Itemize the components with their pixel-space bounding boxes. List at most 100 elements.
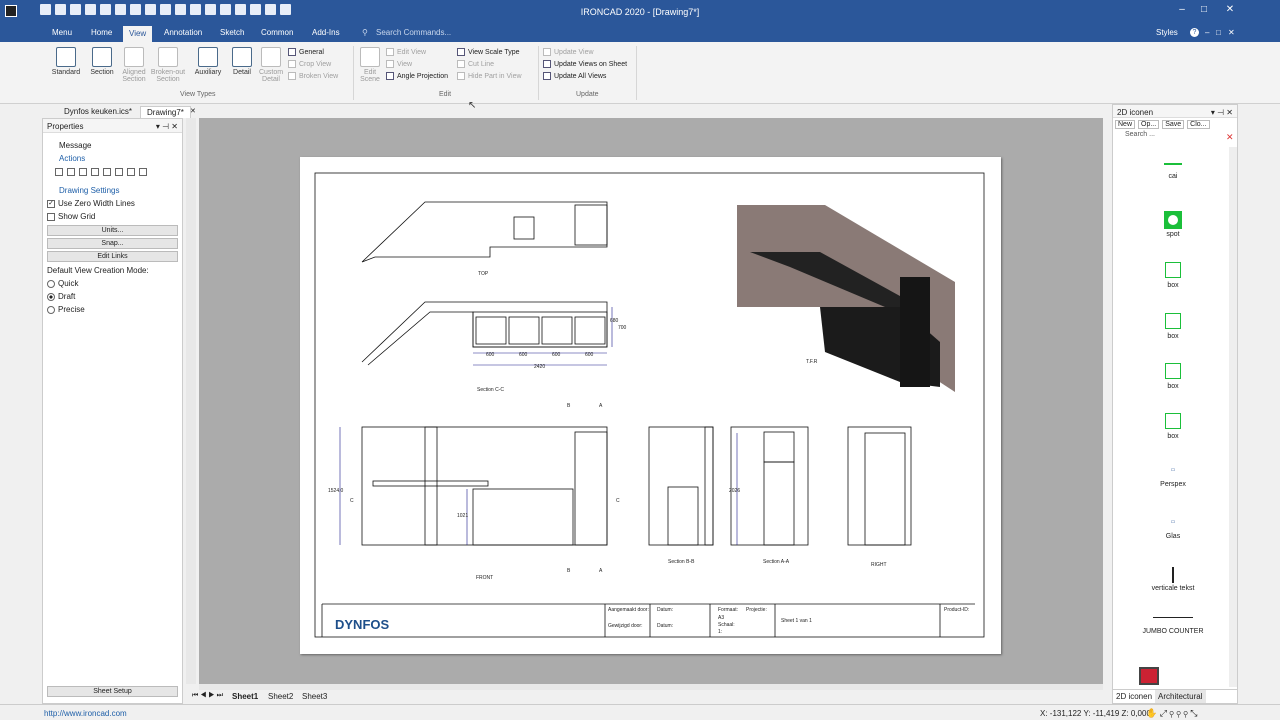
section-view-button[interactable]: Section [84, 47, 120, 76]
sheet-tab-1[interactable]: Sheet1 [232, 692, 258, 701]
menu-common[interactable]: Common [261, 28, 293, 37]
new-button[interactable]: New [1115, 120, 1136, 129]
ribbon-close-icon[interactable]: ✕ [1228, 28, 1235, 37]
minimize-icon[interactable]: – [1172, 4, 1192, 15]
search-commands-input[interactable]: Search Commands... [376, 28, 451, 37]
top-view[interactable]: TOP [361, 201, 608, 277]
library-search-input[interactable]: Search ... [1113, 131, 1237, 138]
action-icon[interactable] [79, 167, 87, 176]
library-item-cai[interactable]: cai [1113, 163, 1233, 180]
section-c-c-view[interactable]: 600 600 600 600 2420 700 680 Section C-C [361, 301, 627, 393]
sheet-setup-button[interactable]: Sheet Setup [47, 686, 178, 697]
snap-button[interactable]: Snap... [47, 238, 178, 249]
panel-controls-icon[interactable]: ▾ ⊣ ✕ [156, 122, 178, 131]
menu-view[interactable]: View [123, 26, 153, 42]
auxiliary-view-button[interactable]: Auxiliary [190, 47, 226, 76]
use-zero-width-checkbox[interactable]: ✓ [47, 199, 55, 208]
edit-links-button[interactable]: Edit Links [47, 251, 178, 262]
angle-projection-button[interactable]: Angle Projection [386, 70, 448, 82]
mode-quick[interactable]: Quick [43, 277, 182, 290]
library-item-box[interactable]: box [1113, 313, 1233, 340]
styles-menu[interactable]: Styles [1156, 28, 1178, 37]
vertical-scrollbar[interactable] [186, 118, 196, 684]
tab-close-icon[interactable]: ✕ [190, 107, 196, 115]
close-icon[interactable]: ✕ [1220, 4, 1240, 15]
drawing-sheet[interactable]: TOP 600 600 600 600 2420 700 680 Section… [300, 157, 1001, 654]
mode-precise[interactable]: Precise [43, 303, 182, 316]
library-item-box[interactable]: box [1113, 413, 1233, 440]
library-item-perspex[interactable]: ▭ Perspex [1113, 467, 1233, 488]
cut-line-button[interactable]: Cut Line [457, 58, 522, 70]
action-icon[interactable] [115, 167, 123, 176]
isometric-view[interactable]: T.F.R [737, 205, 955, 392]
crop-view-button[interactable]: Crop View [288, 58, 338, 70]
hide-part-in-view-button[interactable]: Hide Part in View [457, 70, 522, 82]
action-icon[interactable] [55, 167, 63, 176]
view-tools-icons[interactable]: ✋ ⤢ ⚲ ⚲ ⚲ ⤡ [1146, 708, 1197, 719]
broken-view-button[interactable]: Broken View [288, 70, 338, 82]
draft-radio[interactable] [47, 292, 55, 301]
precise-radio[interactable] [47, 305, 55, 314]
quick-radio[interactable] [47, 279, 55, 288]
menu-addins[interactable]: Add-Ins [312, 28, 340, 37]
title-block[interactable]: DYNFOS Aangemaakt door: Gewijzigd door: … [321, 603, 975, 637]
library-item-image-icon[interactable] [1139, 667, 1159, 685]
use-zero-width-lines-row[interactable]: ✓ Use Zero Width Lines [43, 197, 182, 210]
tab-dynfos-keuken[interactable]: Dynfos keuken.ics* [58, 106, 138, 118]
library-item-glas[interactable]: ▭ Glas [1113, 519, 1233, 540]
right-view[interactable]: RIGHT [847, 426, 912, 568]
tab-architectural[interactable]: Architectural [1155, 690, 1206, 703]
section-b-b-view[interactable]: Section B-B [648, 426, 714, 565]
menu-sketch[interactable]: Sketch [220, 28, 244, 37]
menu-annotation[interactable]: Annotation [164, 28, 202, 37]
message-section[interactable]: Message [43, 139, 182, 152]
sheet-nav-icons[interactable]: ⏮ ◀ ▶ ⏭ [192, 692, 223, 700]
standard-view-button[interactable]: Standard [48, 47, 84, 76]
panel-controls-icon[interactable]: ▾ ⊣ ✕ [1211, 108, 1233, 117]
update-views-on-sheet-button[interactable]: Update Views on Sheet [543, 58, 627, 70]
update-view-button[interactable]: Update View [543, 46, 627, 58]
ironcad-link[interactable]: http://www.ironcad.com [44, 709, 127, 718]
broken-out-section-button[interactable]: Broken-out Section [150, 47, 186, 83]
units-button[interactable]: Units... [47, 225, 178, 236]
save-button[interactable]: Save [1162, 120, 1185, 129]
library-item-jumbo-counter[interactable]: JUMBO COUNTER [1113, 617, 1233, 635]
tab-2d-iconen[interactable]: 2D iconen [1113, 690, 1156, 703]
view-button[interactable]: View [386, 58, 448, 70]
sheet-tab-3[interactable]: Sheet3 [302, 692, 327, 701]
clear-search-icon[interactable]: ✕ [1226, 132, 1236, 142]
help-icon[interactable]: ? [1190, 28, 1199, 37]
library-item-box[interactable]: box [1113, 363, 1233, 390]
horizontal-scrollbar[interactable] [199, 684, 1103, 690]
custom-detail-button[interactable]: Custom Detail [253, 47, 289, 83]
view-scale-type-button[interactable]: View Scale Type [457, 46, 522, 58]
action-icon[interactable] [139, 167, 147, 176]
ribbon-min-icon[interactable]: – [1205, 28, 1209, 37]
actions-section[interactable]: Actions [43, 152, 182, 165]
action-icon[interactable] [103, 167, 111, 176]
front-view[interactable]: 1524.0 1021 B A C C B A FRONT [328, 403, 620, 581]
library-item-box[interactable]: box [1113, 262, 1233, 289]
action-icon[interactable] [91, 167, 99, 176]
action-icon[interactable] [67, 167, 75, 176]
general-button[interactable]: General [288, 46, 338, 58]
open-button[interactable]: Op... [1138, 120, 1160, 129]
close-button[interactable]: Clo... [1187, 120, 1210, 129]
show-grid-checkbox[interactable] [47, 212, 55, 221]
maximize-icon[interactable]: □ [1194, 4, 1214, 15]
library-item-spot[interactable]: spot [1113, 211, 1233, 238]
drawing-settings-section[interactable]: Drawing Settings [43, 184, 182, 197]
tab-drawing7[interactable]: Drawing7* [140, 106, 191, 118]
aligned-section-button[interactable]: Aligned Section [116, 47, 152, 83]
ribbon-restore-icon[interactable]: □ [1216, 28, 1221, 37]
edit-view-button[interactable]: Edit View [386, 46, 448, 58]
sheet-tab-2[interactable]: Sheet2 [268, 692, 293, 701]
mode-draft[interactable]: Draft [43, 290, 182, 303]
show-grid-row[interactable]: Show Grid [43, 210, 182, 223]
action-icon[interactable] [127, 167, 135, 176]
section-a-a-view[interactable]: 2026 Section A-A [729, 426, 809, 565]
library-item-verticale-tekst[interactable]: verticale tekst [1113, 567, 1233, 592]
menu-menu[interactable]: Menu [52, 28, 72, 37]
update-all-views-button[interactable]: Update All Views [543, 70, 627, 82]
edit-scene-button[interactable]: Edit Scene [356, 47, 384, 83]
